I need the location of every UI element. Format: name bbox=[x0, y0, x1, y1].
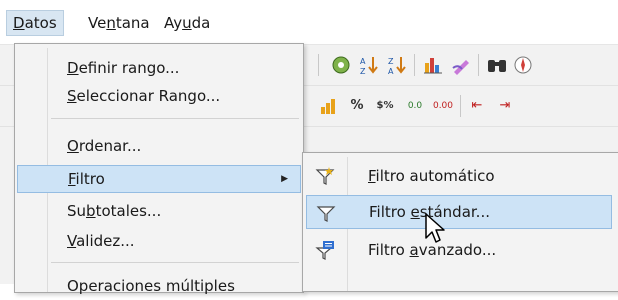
menu-datos-post: atos bbox=[24, 14, 57, 32]
navigator-icon[interactable] bbox=[512, 54, 534, 76]
toolbar-separator bbox=[318, 54, 319, 76]
currency-icon[interactable] bbox=[318, 95, 340, 117]
chart-icon[interactable] bbox=[422, 54, 444, 76]
mouse-pointer-icon bbox=[425, 213, 445, 243]
menu-item-label-post: rdenar... bbox=[78, 137, 142, 155]
submenu-item-mnemonic: F bbox=[368, 167, 376, 185]
sort-ascending-icon[interactable]: AZ bbox=[358, 54, 380, 76]
sort-descending-icon[interactable]: ZA bbox=[386, 54, 408, 76]
toolbar-separator bbox=[460, 95, 461, 117]
submenu-item-label-pre: Filtro bbox=[369, 203, 411, 221]
binoculars-icon[interactable] bbox=[486, 54, 508, 76]
menu-item-mnemonic: V bbox=[67, 232, 77, 250]
menu-ventana-post: tana bbox=[115, 14, 150, 32]
submenu-item-filtro-automatico[interactable]: Filtro automático bbox=[306, 159, 612, 193]
menu-item-mnemonic: D bbox=[67, 59, 79, 77]
menu-ventana-mnemonic: n bbox=[106, 14, 116, 32]
menu-ayuda-post: da bbox=[191, 14, 211, 32]
decrease-indent-icon[interactable]: ⇤ bbox=[466, 95, 488, 117]
submenu-item-label-pre: Filtro bbox=[368, 241, 410, 259]
menu-item-mnemonic: O bbox=[67, 137, 79, 155]
menu-item-label-pre: Su bbox=[67, 202, 87, 220]
menu-item-mnemonic: b bbox=[86, 202, 96, 220]
menu-item-filtro[interactable]: Filtro ▶ bbox=[17, 165, 301, 193]
menu-item-operaciones-multiples[interactable]: Operaciones múltiples bbox=[17, 272, 301, 300]
menu-ventana-pre: Ve bbox=[88, 14, 107, 32]
menu-item-label-post: efinir rango... bbox=[78, 59, 180, 77]
advanced-filter-icon bbox=[314, 239, 336, 261]
menu-ayuda-pre: Ay bbox=[164, 14, 183, 32]
menu-item-validez[interactable]: Validez... bbox=[17, 227, 301, 255]
filtro-submenu: Filtro automático Filtro estándar... Fil… bbox=[302, 152, 618, 292]
menu-item-label-pre: Operaciones múltiples bbox=[67, 277, 235, 295]
menu-item-subtotales[interactable]: Subtotales... bbox=[17, 197, 301, 225]
menu-item-mnemonic: S bbox=[67, 87, 77, 105]
toolbar-separator bbox=[414, 54, 415, 76]
percent-icon[interactable]: % bbox=[346, 95, 368, 117]
menu-item-label-post: eleccionar Rango... bbox=[76, 87, 221, 105]
menu-ayuda[interactable]: Ayuda bbox=[158, 10, 216, 36]
menu-item-mnemonic: F bbox=[68, 170, 76, 188]
pencil-icon[interactable] bbox=[450, 54, 472, 76]
standard-filter-icon bbox=[315, 202, 337, 224]
menu-item-label-post: iltro bbox=[75, 170, 105, 188]
svg-text:Z: Z bbox=[360, 67, 366, 76]
menu-datos[interactable]: Datos bbox=[6, 10, 64, 36]
menu-item-label-post: totales... bbox=[95, 202, 162, 220]
submenu-item-label-post: iltro automático bbox=[375, 167, 495, 185]
datos-dropdown-menu: Definir rango... Seleccionar Rango... Or… bbox=[14, 43, 304, 295]
svg-text:A: A bbox=[388, 67, 394, 76]
menu-ventana[interactable]: Ventana bbox=[82, 10, 156, 36]
menu-item-seleccionar-rango[interactable]: Seleccionar Rango... bbox=[17, 82, 301, 110]
number-format-icon[interactable]: $% bbox=[374, 95, 396, 117]
menu-separator bbox=[51, 118, 299, 119]
menu-datos-mnemonic: D bbox=[13, 14, 25, 32]
delete-decimal-icon[interactable]: 0.00 bbox=[432, 95, 454, 117]
menu-item-label-post: alidez... bbox=[76, 232, 135, 250]
svg-text:A: A bbox=[360, 57, 366, 66]
menu-bar: Datos Ventana Ayuda bbox=[0, 0, 618, 45]
submenu-item-filtro-estandar[interactable]: Filtro estándar... bbox=[306, 195, 612, 229]
menu-separator bbox=[51, 262, 299, 263]
toolbar-separator bbox=[478, 54, 479, 76]
menu-ayuda-mnemonic: u bbox=[182, 14, 192, 32]
add-decimal-icon[interactable]: 0.0 bbox=[404, 95, 426, 117]
submenu-item-mnemonic: a bbox=[409, 241, 419, 259]
svg-text:Z: Z bbox=[388, 57, 394, 66]
menu-item-definir-rango[interactable]: Definir rango... bbox=[17, 54, 301, 82]
submenu-item-mnemonic: e bbox=[410, 203, 420, 221]
menu-item-ordenar[interactable]: Ordenar... bbox=[17, 132, 301, 160]
autofilter-icon bbox=[314, 165, 336, 187]
submenu-item-filtro-avanzado[interactable]: Filtro avanzado... bbox=[306, 233, 612, 267]
increase-indent-icon[interactable]: ⇥ bbox=[494, 95, 516, 117]
gallery-icon[interactable] bbox=[330, 54, 352, 76]
submenu-arrow-icon: ▶ bbox=[281, 174, 288, 184]
